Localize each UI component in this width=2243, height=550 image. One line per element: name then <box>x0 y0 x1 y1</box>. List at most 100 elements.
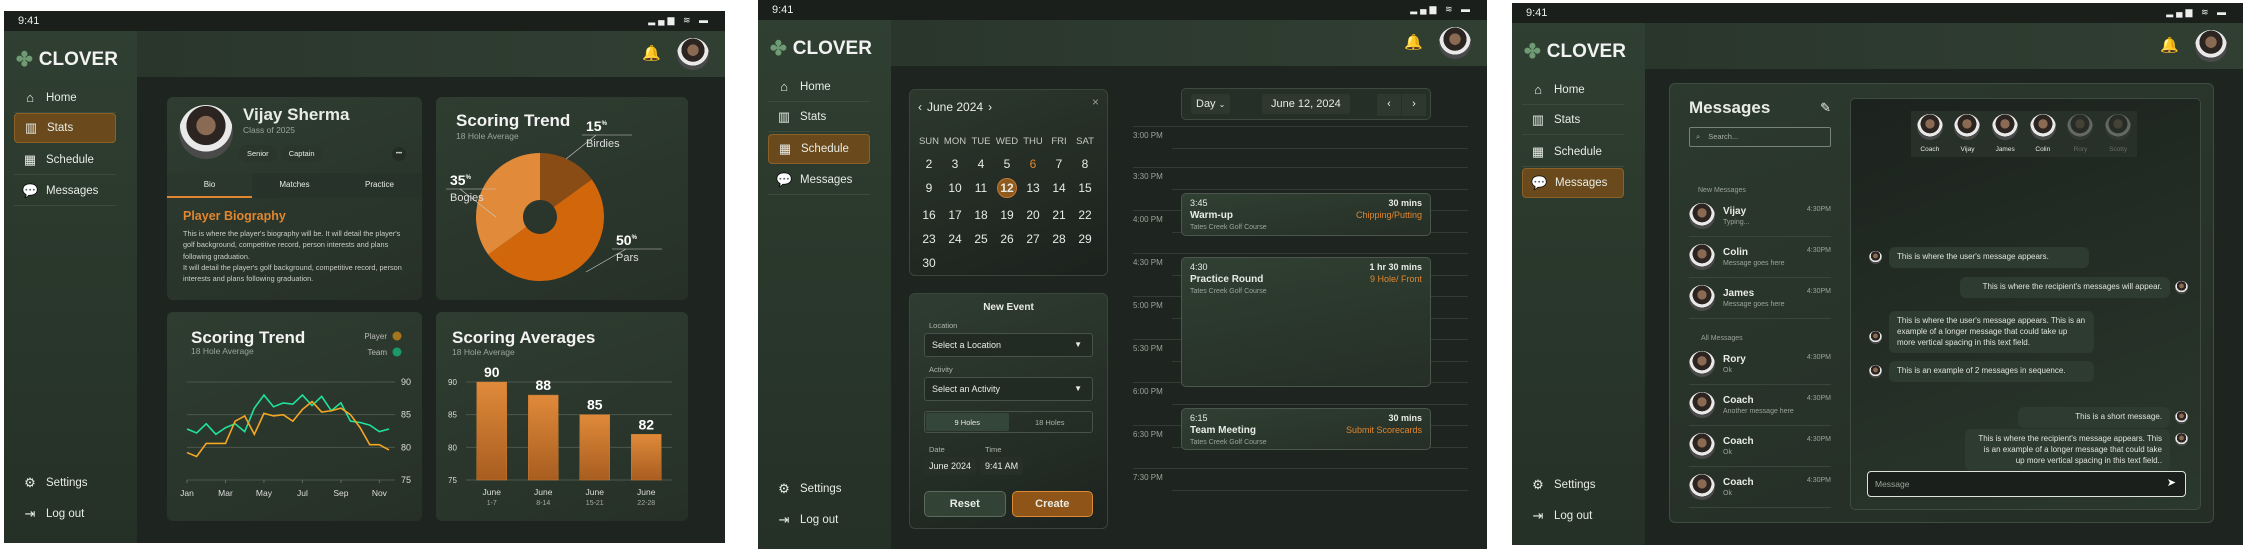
tab-bio[interactable]: Bio <box>167 173 252 198</box>
reset-button[interactable]: Reset <box>924 491 1006 517</box>
more-button[interactable]: ••• <box>392 147 406 161</box>
participant[interactable]: Vijay <box>1954 114 1981 157</box>
day-number: 30 <box>922 256 936 270</box>
calendar-day[interactable]: 10 <box>942 181 968 198</box>
calendar-day[interactable]: 27 <box>1020 232 1046 246</box>
sidebar-item-stats[interactable]: ▥ Stats <box>768 102 870 132</box>
date-display[interactable]: June 12, 2024 <box>1262 94 1350 114</box>
sidebar-item-settings[interactable]: ⚙ Settings <box>14 468 116 498</box>
sidebar-item-settings[interactable]: ⚙ Settings <box>768 474 870 504</box>
conversation-item[interactable]: Coach Another message here 4:30PM <box>1689 385 1831 426</box>
calendar-day[interactable]: 6 <box>1020 157 1046 171</box>
sidebar-item-stats[interactable]: ▥ Stats <box>14 113 116 143</box>
participant[interactable]: James <box>1992 114 2019 157</box>
close-icon[interactable]: × <box>1092 95 1099 109</box>
bell-icon[interactable]: 🔔 <box>642 44 661 62</box>
view-select[interactable]: Day ⌄ <box>1191 94 1231 114</box>
sidebar-item-messages[interactable]: 💬 Messages <box>14 176 116 206</box>
holes-9-option[interactable]: 9 Holes <box>926 413 1009 431</box>
calendar-day[interactable]: 14 <box>1046 181 1072 198</box>
chevron-down-icon: ⌄ <box>1218 100 1226 109</box>
sidebar-item-logout[interactable]: ⇥ Log out <box>768 505 870 535</box>
clover-icon: ✤ <box>16 49 33 71</box>
calendar-day[interactable]: 25 <box>968 232 994 246</box>
calendar-day[interactable]: 18 <box>968 208 994 222</box>
calendar-day[interactable]: 23 <box>916 232 942 246</box>
calendar-day[interactable]: 13 <box>1020 181 1046 198</box>
holes-18-option[interactable]: 18 Holes <box>1009 413 1092 431</box>
next-day-button[interactable]: › <box>1402 94 1426 116</box>
series-line-player <box>186 400 390 458</box>
calendar-day[interactable]: 26 <box>994 232 1020 246</box>
sidebar-item-home[interactable]: ⌂ Home <box>1522 75 1624 105</box>
contact-avatar <box>1689 474 1715 500</box>
bell-icon[interactable]: 🔔 <box>2160 36 2179 54</box>
event-card[interactable]: 4:30 1 hr 30 mins Practice Round 9 Hole/ Fr… <box>1181 257 1431 387</box>
message-input[interactable]: Message ➤ <box>1867 471 2186 497</box>
participant[interactable]: Coach <box>1916 114 1943 157</box>
prev-month-icon[interactable]: ‹ <box>918 100 922 114</box>
event-card[interactable]: 6:15 30 mins Team Meeting Submit Scorecards… <box>1181 408 1431 450</box>
calendar-day[interactable]: 4 <box>968 157 994 171</box>
calendar-day[interactable]: 12 <box>994 178 1020 198</box>
calendar-day[interactable]: 5 <box>994 157 1020 171</box>
user-avatar[interactable] <box>677 38 709 70</box>
send-icon[interactable]: ➤ <box>2167 476 2176 489</box>
calendar-day[interactable]: 11 <box>968 181 994 198</box>
calendar-day[interactable]: 20 <box>1020 208 1046 222</box>
day-number: 16 <box>922 208 936 222</box>
bell-icon[interactable]: 🔔 <box>1404 33 1423 51</box>
tab-matches[interactable]: Matches <box>252 173 337 198</box>
calendar-day[interactable]: 29 <box>1072 232 1098 246</box>
calendar-day[interactable]: 17 <box>942 208 968 222</box>
participant[interactable]: Rory <box>2067 114 2094 157</box>
conversation-item[interactable]: James Message goes here 4:30PM <box>1689 278 1831 319</box>
conversation-item[interactable]: Rory Ok 4:30PM <box>1689 344 1831 385</box>
calendar-day[interactable]: 24 <box>942 232 968 246</box>
date-field[interactable]: June 2024 <box>924 457 977 475</box>
sidebar-item-schedule[interactable]: ▦ Schedule <box>768 134 870 164</box>
sidebar-item-home[interactable]: ⌂ Home <box>768 72 870 102</box>
time-field[interactable]: 9:41 AM <box>980 457 1024 475</box>
activity-select[interactable]: Select an Activity ▼ <box>924 377 1093 401</box>
sidebar-item-settings[interactable]: ⚙ Settings <box>1522 470 1624 500</box>
calendar-day[interactable]: 8 <box>1072 157 1098 171</box>
search-input[interactable]: ⌕ Search... <box>1689 127 1831 147</box>
sidebar-item-schedule[interactable]: ▦ Schedule <box>14 145 116 175</box>
calendar-day[interactable]: 19 <box>994 208 1020 222</box>
participant[interactable]: Colin <box>2029 114 2056 157</box>
sidebar-item-schedule[interactable]: ▦ Schedule <box>1522 137 1624 167</box>
calendar-day[interactable]: 9 <box>916 181 942 198</box>
x-tick-label: Mar <box>218 488 233 498</box>
calendar-day[interactable]: 15 <box>1072 181 1098 198</box>
sidebar-item-home[interactable]: ⌂ Home <box>14 83 116 113</box>
calendar-day[interactable]: 2 <box>916 157 942 171</box>
calendar-day[interactable]: 21 <box>1046 208 1072 222</box>
calendar-day[interactable]: 22 <box>1072 208 1098 222</box>
sidebar-item-messages[interactable]: 💬 Messages <box>1522 168 1624 198</box>
message-preview: Ok <box>1723 367 1732 374</box>
conversation-item[interactable]: Coach Ok 4:30PM <box>1689 426 1831 467</box>
sidebar-item-logout[interactable]: ⇥ Log out <box>1522 501 1624 531</box>
participant[interactable]: Scotty <box>2105 114 2132 157</box>
conversation-item[interactable]: Colin Message goes here 4:30PM <box>1689 237 1831 278</box>
conversation-item[interactable]: Vijay Typing... 4:30PM <box>1689 196 1831 237</box>
conversation-item[interactable]: Coach Ok 4:30PM <box>1689 467 1831 508</box>
compose-icon[interactable]: ✎ <box>1820 100 1831 116</box>
user-avatar[interactable] <box>1439 27 1471 59</box>
calendar-day[interactable]: 16 <box>916 208 942 222</box>
prev-day-button[interactable]: ‹ <box>1377 94 1401 116</box>
create-button[interactable]: Create <box>1011 491 1093 517</box>
next-month-icon[interactable]: › <box>988 100 992 114</box>
calendar-day[interactable]: 30 <box>916 256 942 270</box>
tab-practice[interactable]: Practice <box>337 173 422 198</box>
sidebar-item-logout[interactable]: ⇥ Log out <box>14 499 116 529</box>
sidebar-item-stats[interactable]: ▥ Stats <box>1522 105 1624 135</box>
calendar-day[interactable]: 7 <box>1046 157 1072 171</box>
location-select[interactable]: Select a Location ▼ <box>924 333 1093 357</box>
sidebar-item-messages[interactable]: 💬 Messages <box>768 165 870 195</box>
user-avatar[interactable] <box>2195 30 2227 62</box>
event-card[interactable]: 3:45 30 mins Warm-up Chipping/Putting Tates … <box>1181 193 1431 236</box>
calendar-day[interactable]: 28 <box>1046 232 1072 246</box>
calendar-day[interactable]: 3 <box>942 157 968 171</box>
